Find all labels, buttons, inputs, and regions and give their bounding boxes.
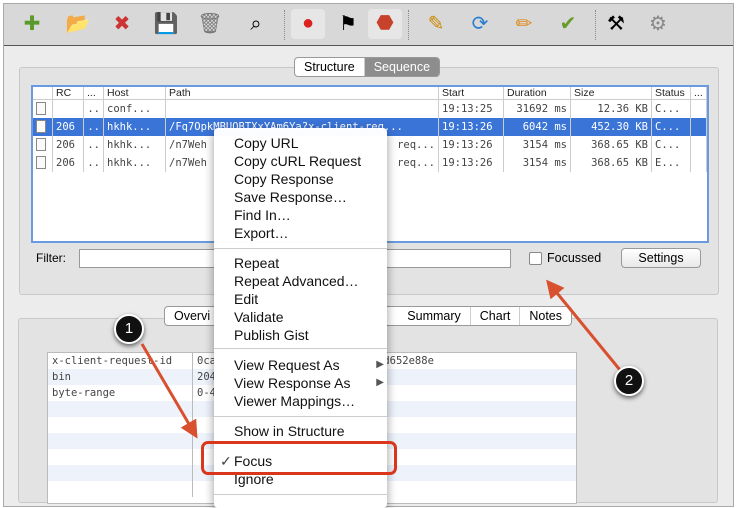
step-badge-1: 1 bbox=[114, 314, 144, 344]
arrow-2 bbox=[546, 279, 622, 371]
annotation-arrows bbox=[140, 279, 622, 439]
step-badge-2: 2 bbox=[614, 366, 644, 396]
arrow-1 bbox=[140, 343, 198, 439]
